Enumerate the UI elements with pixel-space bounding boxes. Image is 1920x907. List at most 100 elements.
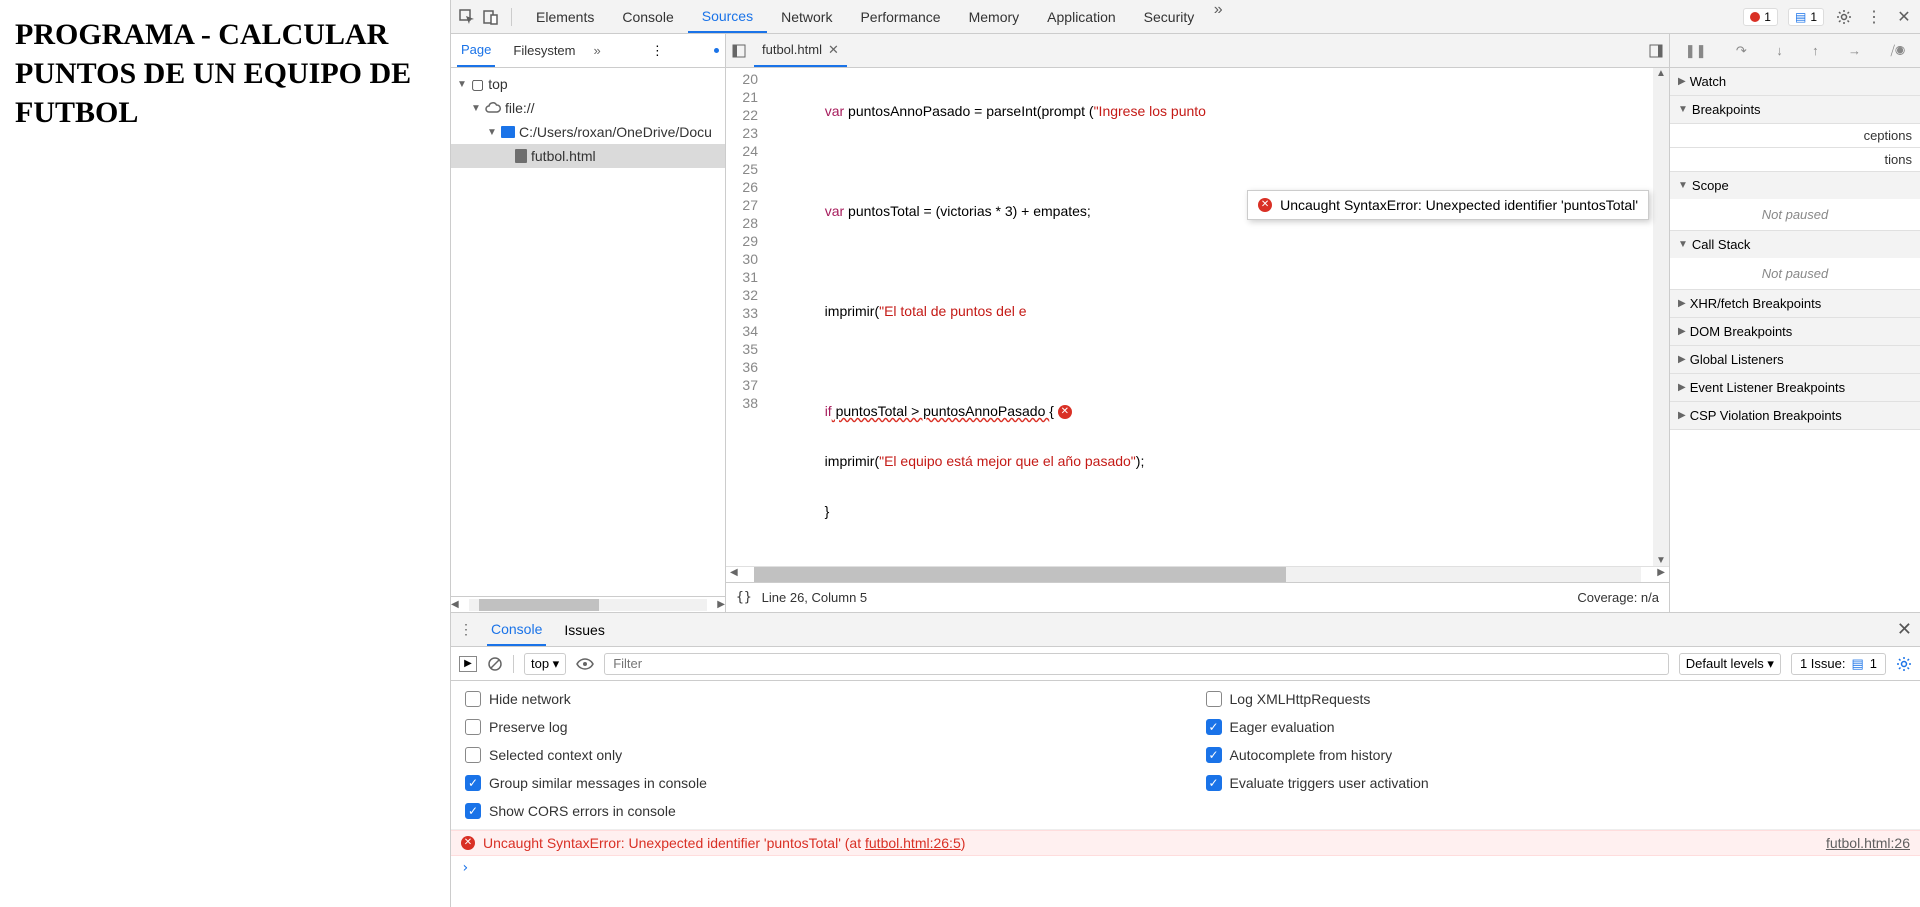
error-source-link[interactable]: futbol.html:26:5	[865, 835, 961, 851]
tree-top[interactable]: ▼▢top	[451, 72, 725, 96]
tree-file-futbol[interactable]: futbol.html	[451, 144, 725, 168]
section-xhr[interactable]: ▶XHR/fetch Breakpoints	[1670, 290, 1920, 317]
separator	[511, 8, 512, 26]
error-chip[interactable]: 1	[1743, 8, 1778, 26]
issue-chip[interactable]: 1 Issue:▤1	[1791, 653, 1886, 675]
drawer-tab-console[interactable]: Console	[487, 613, 546, 646]
navigator-panel: Page Filesystem » ⋮ ▼▢top ▼file:// ▼C:/U…	[451, 34, 726, 612]
opt-group-similar[interactable]: ✓Group similar messages in console	[465, 775, 1166, 791]
clear-console-icon[interactable]	[487, 656, 503, 672]
nav-kebab-icon[interactable]: ⋮	[651, 43, 664, 59]
close-tab-icon[interactable]: ✕	[828, 42, 839, 58]
nav-tab-filesystem[interactable]: Filesystem	[509, 34, 579, 67]
device-mode-icon[interactable]	[481, 7, 501, 27]
file-tab-label: futbol.html	[762, 42, 822, 57]
opt-preserve-log[interactable]: Preserve log	[465, 719, 1166, 735]
log-levels-selector[interactable]: Default levels ▾	[1679, 653, 1781, 675]
message-chip[interactable]: ▤1	[1788, 8, 1824, 26]
kebab-icon[interactable]: ⋮	[1864, 7, 1884, 27]
tab-performance[interactable]: Performance	[846, 0, 954, 33]
tab-security[interactable]: Security	[1130, 0, 1209, 33]
tab-memory[interactable]: Memory	[955, 0, 1034, 33]
tab-elements[interactable]: Elements	[522, 0, 608, 33]
pause-icon[interactable]: ❚❚	[1685, 43, 1707, 59]
cloud-icon	[485, 102, 501, 114]
editor-statusbar: {} Line 26, Column 5 Coverage: n/a	[726, 582, 1669, 612]
toggle-navigator-icon[interactable]	[732, 44, 746, 58]
main-tabs: Elements Console Sources Network Perform…	[522, 0, 1739, 33]
opt-selected-ctx[interactable]: Selected context only	[465, 747, 1166, 763]
section-dom[interactable]: ▶DOM Breakpoints	[1670, 318, 1920, 345]
file-tab-futbol[interactable]: futbol.html ✕	[754, 34, 847, 67]
section-event[interactable]: ▶Event Listener Breakpoints	[1670, 374, 1920, 401]
nav-more-icon[interactable]: »	[594, 43, 601, 58]
context-selector[interactable]: top ▾	[524, 653, 566, 675]
devtools-toolbar: Elements Console Sources Network Perform…	[451, 0, 1920, 34]
scope-not-paused: Not paused	[1670, 199, 1920, 230]
opt-autocomplete[interactable]: ✓Autocomplete from history	[1206, 747, 1907, 763]
drawer-tab-issues[interactable]: Issues	[560, 613, 608, 646]
console-settings-icon[interactable]	[1896, 656, 1912, 672]
line-gutter: 20212223242526272829303132333435363738	[726, 68, 768, 566]
callstack-not-paused: Not paused	[1670, 258, 1920, 289]
console-filter-input[interactable]	[604, 653, 1669, 675]
message-count: 1	[1810, 10, 1817, 24]
opt-show-cors[interactable]: ✓Show CORS errors in console	[465, 803, 1166, 819]
section-global[interactable]: ▶Global Listeners	[1670, 346, 1920, 373]
inline-error-icon[interactable]: ✕	[1058, 405, 1072, 419]
console-toolbar: ▶ top ▾ Default levels ▾ 1 Issue:▤1	[451, 647, 1920, 681]
section-csp[interactable]: ▶CSP Violation Breakpoints	[1670, 402, 1920, 429]
tree-folder[interactable]: ▼C:/Users/roxan/OneDrive/Docu	[451, 120, 725, 144]
eye-icon[interactable]	[576, 658, 594, 670]
drawer-kebab-icon[interactable]: ⋮	[459, 621, 473, 638]
step-into-icon[interactable]: ↓	[1776, 43, 1783, 58]
issue-icon: ▤	[1851, 656, 1863, 672]
close-drawer-icon[interactable]: ✕	[1897, 619, 1912, 640]
deactivate-bp-icon[interactable]: ⧸◉	[1890, 43, 1905, 59]
tooltip-error-icon: ✕	[1258, 198, 1272, 212]
console-error-row[interactable]: ✕ Uncaught SyntaxError: Unexpected ident…	[451, 830, 1920, 856]
console-prompt[interactable]: ›	[451, 856, 1920, 880]
tree-folder-label: C:/Users/roxan/OneDrive/Docu	[519, 124, 712, 140]
toggle-debugger-icon[interactable]	[1649, 44, 1663, 58]
truncated-exceptions: ceptions	[1864, 128, 1912, 143]
code-editor[interactable]: 20212223242526272829303132333435363738 v…	[726, 68, 1669, 566]
hscroll-thumb[interactable]	[754, 567, 1287, 582]
debugger-toolbar: ❚❚ ↷ ↓ ↑ → ⧸◉	[1670, 34, 1920, 68]
editor-panel: futbol.html ✕ 202122232425262728293031323…	[726, 34, 1670, 612]
editor-tabs: futbol.html ✕	[726, 34, 1669, 68]
section-scope[interactable]: ▼Scope	[1670, 172, 1920, 199]
navigator-tabs: Page Filesystem » ⋮	[451, 34, 725, 68]
editor-hscroll[interactable]: ◀▶	[726, 566, 1669, 582]
step-over-icon[interactable]: ↷	[1736, 43, 1747, 59]
section-watch[interactable]: ▶Watch	[1670, 68, 1920, 95]
inspect-icon[interactable]	[457, 7, 477, 27]
more-tabs-icon[interactable]: »	[1208, 0, 1228, 20]
opt-eval-triggers[interactable]: ✓Evaluate triggers user activation	[1206, 775, 1907, 791]
nav-hscroll[interactable]: ◀▶	[451, 596, 725, 612]
error-location-link[interactable]: futbol.html:26	[1826, 835, 1910, 851]
file-tree: ▼▢top ▼file:// ▼C:/Users/roxan/OneDrive/…	[451, 68, 725, 596]
opt-eager[interactable]: ✓Eager evaluation	[1206, 719, 1907, 735]
tab-network[interactable]: Network	[767, 0, 846, 33]
nav-tab-page[interactable]: Page	[457, 34, 495, 67]
opt-log-xhr[interactable]: Log XMLHttpRequests	[1206, 691, 1907, 707]
step-out-icon[interactable]: ↑	[1812, 43, 1819, 58]
tree-file-origin[interactable]: ▼file://	[451, 96, 725, 120]
code-content[interactable]: var puntosAnnoPasado = parseInt(prompt (…	[768, 68, 1653, 566]
editor-vscroll[interactable]: ▲▼	[1653, 68, 1669, 566]
devtools-panel: Elements Console Sources Network Perform…	[450, 0, 1920, 907]
scrollbar-thumb[interactable]	[479, 599, 599, 611]
close-devtools-icon[interactable]: ✕	[1894, 7, 1914, 27]
section-callstack[interactable]: ▼Call Stack	[1670, 231, 1920, 258]
tab-application[interactable]: Application	[1033, 0, 1130, 33]
step-icon[interactable]: →	[1848, 43, 1861, 58]
tab-console[interactable]: Console	[608, 0, 687, 33]
settings-icon[interactable]	[1834, 7, 1854, 27]
tab-sources[interactable]: Sources	[688, 0, 767, 33]
console-drawer: ⋮ Console Issues ✕ ▶ top ▾ Default level…	[451, 612, 1920, 907]
braces-icon[interactable]: {}	[736, 590, 752, 605]
opt-hide-network[interactable]: Hide network	[465, 691, 1166, 707]
section-breakpoints[interactable]: ▼Breakpoints	[1670, 96, 1920, 123]
play-icon[interactable]: ▶	[459, 656, 477, 672]
